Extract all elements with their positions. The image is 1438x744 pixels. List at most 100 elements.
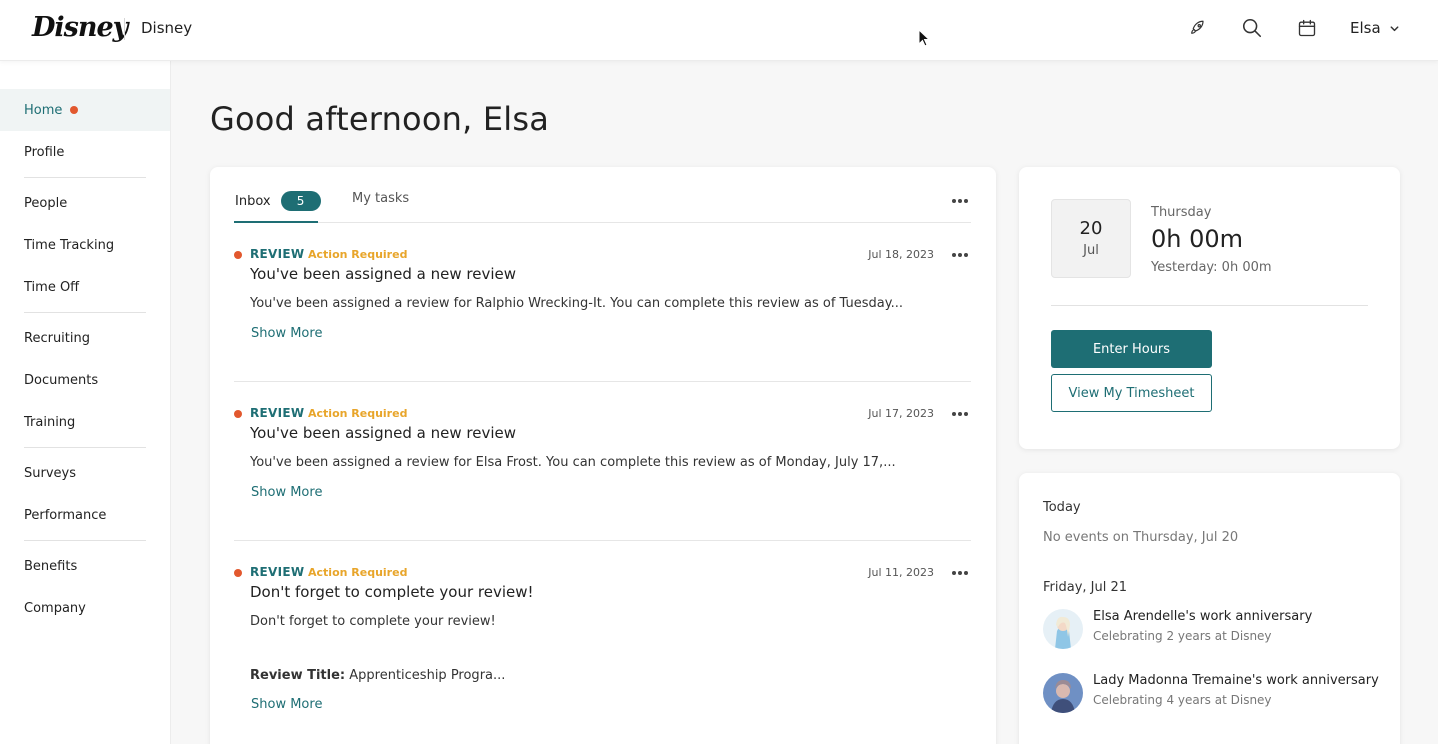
tab-my-tasks[interactable]: My tasks — [352, 191, 409, 206]
sidebar-divider — [24, 447, 146, 448]
unread-dot — [234, 410, 242, 418]
hours-yesterday: Yesterday: 0h 00m — [1151, 260, 1272, 275]
item-date: Jul 11, 2023 — [868, 566, 934, 579]
search-icon[interactable] — [1240, 16, 1264, 40]
tab-label: My tasks — [352, 191, 410, 206]
today-heading: Today — [1043, 500, 1081, 515]
show-more-link[interactable]: Show More — [251, 485, 322, 500]
sidebar-item-benefits[interactable]: Benefits — [0, 545, 170, 587]
chevron-down-icon — [1390, 25, 1399, 31]
sidebar-item-documents[interactable]: Documents — [0, 359, 170, 401]
event-subtitle: Celebrating 2 years at Disney — [1093, 629, 1272, 643]
user-menu[interactable]: Elsa — [1350, 19, 1400, 37]
sidebar-item-profile[interactable]: Profile — [0, 131, 170, 173]
event-row[interactable]: Elsa Arendelle's work anniversary Celebr… — [1043, 609, 1383, 651]
active-tab-indicator — [234, 221, 318, 223]
avatar — [1043, 609, 1083, 649]
friday-heading: Friday, Jul 21 — [1043, 580, 1128, 595]
view-timesheet-button[interactable]: View My Timesheet — [1051, 374, 1212, 412]
sidebar-divider — [24, 540, 146, 541]
sidebar-item-surveys[interactable]: Surveys — [0, 452, 170, 494]
item-type: REVIEW — [250, 247, 305, 261]
item-body: You've been assigned a review for Ralphi… — [250, 296, 903, 311]
sidebar-divider — [24, 177, 146, 178]
tab-inbox[interactable]: Inbox 5 — [235, 191, 321, 211]
sidebar-divider — [24, 312, 146, 313]
show-more-link[interactable]: Show More — [251, 697, 322, 712]
no-events-text: No events on Thursday, Jul 20 — [1043, 530, 1239, 545]
item-divider — [234, 381, 971, 382]
item-type: REVIEW — [250, 565, 305, 579]
item-date: Jul 18, 2023 — [868, 248, 934, 261]
event-title: Elsa Arendelle's work anniversary — [1093, 609, 1313, 624]
calendar-icon[interactable] — [1295, 16, 1319, 40]
item-title: You've been assigned a new review — [250, 265, 516, 283]
page-title: Good afternoon, Elsa — [210, 100, 550, 138]
sidebar-item-label: Documents — [24, 372, 99, 388]
sidebar: Home Profile People Time Tracking Time O… — [0, 61, 171, 744]
item-body: Don't forget to complete your review! — [250, 614, 496, 629]
sidebar-item-label: Time Tracking — [24, 237, 115, 253]
notification-dot — [70, 106, 79, 114]
top-bar: Disney Disney Elsa — [0, 0, 1438, 61]
sidebar-item-label: People — [24, 195, 68, 211]
time-tracking-card: 20 Jul Thursday 0h 00m Yesterday: 0h 00m… — [1019, 167, 1400, 449]
rocket-icon[interactable] — [1185, 16, 1209, 40]
user-name: Elsa — [1350, 19, 1381, 37]
action-required-label: Action Required — [308, 248, 408, 261]
inbox-card: Inbox 5 My tasks REVIEW Action Required … — [210, 167, 996, 744]
sidebar-item-label: Profile — [24, 144, 65, 160]
sidebar-item-label: Recruiting — [24, 330, 90, 346]
action-required-label: Action Required — [308, 407, 408, 420]
item-more-options-icon[interactable] — [948, 565, 972, 581]
sidebar-item-company[interactable]: Company — [0, 587, 170, 629]
sidebar-item-label: Surveys — [24, 465, 76, 481]
sidebar-item-label: Time Off — [24, 279, 80, 295]
list-item[interactable]: REVIEW Action Required Jul 17, 2023 You'… — [234, 406, 971, 516]
tab-label: Inbox — [235, 193, 271, 209]
unread-dot — [234, 569, 242, 577]
sidebar-item-time-tracking[interactable]: Time Tracking — [0, 224, 170, 266]
avatar — [1043, 673, 1083, 713]
weekday-label: Thursday — [1151, 205, 1212, 220]
date-month: Jul — [1083, 243, 1099, 258]
item-title: Don't forget to complete your review! — [250, 583, 534, 601]
mouse-cursor-icon — [918, 29, 930, 47]
sidebar-item-label: Home — [24, 102, 63, 118]
event-title: Lady Madonna Tremaine's work anniversary — [1093, 673, 1379, 688]
item-title: You've been assigned a new review — [250, 424, 516, 442]
events-card: Today No events on Thursday, Jul 20 Frid… — [1019, 473, 1400, 744]
item-divider — [234, 540, 971, 541]
sidebar-item-recruiting[interactable]: Recruiting — [0, 317, 170, 359]
show-more-link[interactable]: Show More — [251, 326, 322, 341]
sidebar-item-label: Company — [24, 600, 86, 616]
unread-dot — [234, 251, 242, 259]
disney-logo[interactable]: Disney — [32, 12, 128, 43]
sidebar-item-label: Training — [24, 414, 76, 430]
sidebar-item-people[interactable]: People — [0, 182, 170, 224]
action-required-label: Action Required — [308, 566, 408, 579]
review-title-label: Review Title: — [250, 668, 346, 683]
brand-divider — [124, 18, 125, 40]
enter-hours-button[interactable]: Enter Hours — [1051, 330, 1212, 368]
item-more-options-icon[interactable] — [948, 406, 972, 422]
list-item[interactable]: REVIEW Action Required Jul 18, 2023 You'… — [234, 247, 971, 357]
sidebar-item-training[interactable]: Training — [0, 401, 170, 443]
event-row[interactable]: Lady Madonna Tremaine's work anniversary… — [1043, 673, 1383, 715]
inbox-tabs: Inbox 5 My tasks — [234, 185, 971, 223]
sidebar-item-performance[interactable]: Performance — [0, 494, 170, 536]
sidebar-item-label: Performance — [24, 507, 107, 523]
item-type: REVIEW — [250, 406, 305, 420]
sidebar-item-time-off[interactable]: Time Off — [0, 266, 170, 308]
date-day: 20 — [1079, 218, 1103, 239]
item-more-options-icon[interactable] — [948, 247, 972, 263]
list-item[interactable]: REVIEW Action Required Jul 11, 2023 Don'… — [234, 565, 971, 725]
inbox-count-badge: 5 — [280, 191, 321, 211]
inbox-more-options-icon[interactable] — [948, 193, 972, 209]
item-body: You've been assigned a review for Elsa F… — [250, 455, 896, 470]
event-subtitle: Celebrating 4 years at Disney — [1093, 693, 1272, 707]
time-card-divider — [1051, 305, 1368, 306]
review-title-value: Apprenticeship Progra... — [345, 668, 506, 683]
sidebar-item-home[interactable]: Home — [0, 89, 170, 131]
date-badge: 20 Jul — [1051, 199, 1131, 278]
